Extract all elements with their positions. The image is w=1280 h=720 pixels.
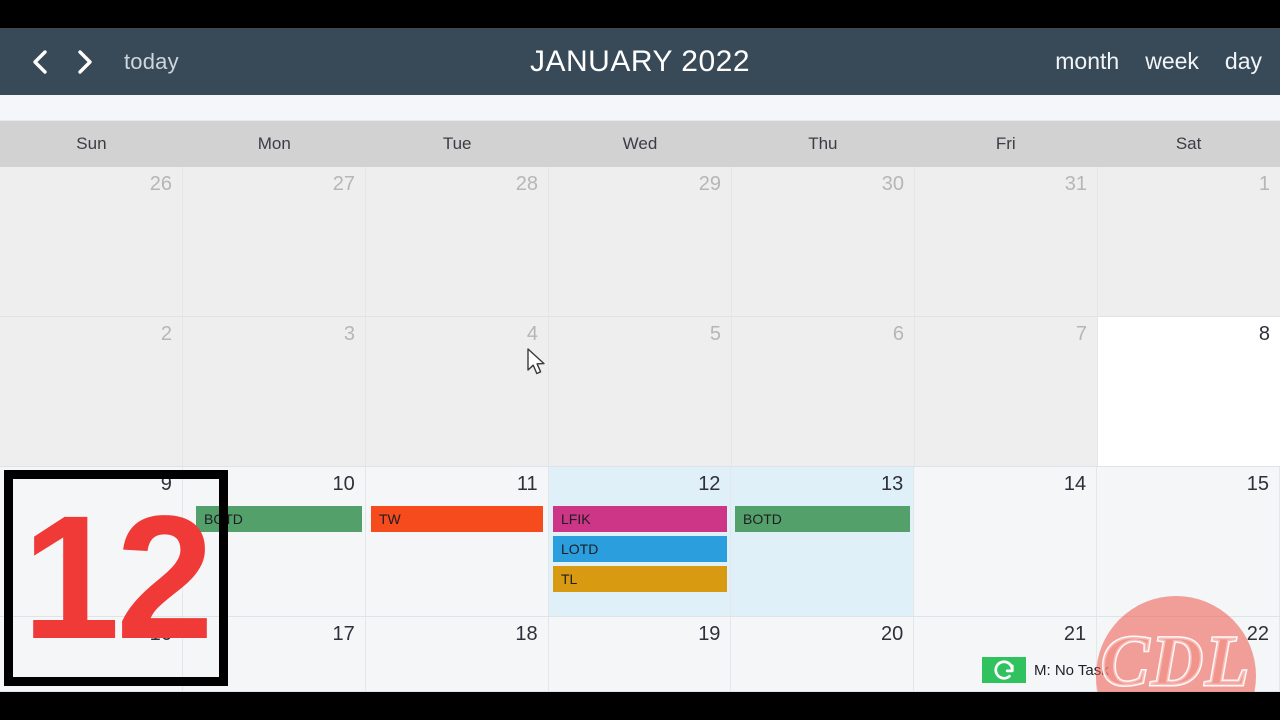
day-number: 5	[709, 323, 721, 345]
task-item-no-task[interactable]: M: No Task	[982, 657, 1109, 683]
dow-tue: Tue	[442, 134, 472, 153]
day-number: 18	[515, 623, 538, 645]
day-cell-jan-13[interactable]: 13	[731, 467, 915, 616]
next-month-button[interactable]	[62, 40, 106, 84]
day-number: 11	[516, 473, 538, 495]
day-cell-dec-29[interactable]: 29	[549, 167, 732, 316]
day-number: 21	[1063, 623, 1087, 645]
dow-sun: Sun	[76, 134, 107, 153]
chevron-left-icon	[33, 49, 47, 74]
day-number: 20	[881, 623, 904, 645]
week-row: 2 3 4 5 6 7 8	[0, 317, 1280, 467]
day-number: 19	[698, 623, 721, 645]
day-cell-jan-11[interactable]: 11	[365, 467, 549, 616]
view-button-week[interactable]: week	[1145, 48, 1199, 75]
today-button[interactable]: today	[124, 49, 179, 75]
event-botd-thu[interactable]: BOTD	[735, 506, 910, 532]
day-cell-jan-2[interactable]: 2	[0, 317, 183, 466]
view-button-day[interactable]: day	[1225, 48, 1262, 75]
day-number: 14	[1063, 473, 1087, 495]
dow-wed: Wed	[622, 134, 658, 153]
task-label: M: No Task	[1034, 661, 1109, 679]
day-cell-jan-14[interactable]: 14	[914, 467, 1098, 616]
letterbox-top	[0, 0, 1280, 28]
day-cell-dec-28[interactable]: 28	[366, 167, 549, 316]
day-number: 27	[332, 173, 355, 195]
day-cell-jan-18[interactable]: 18	[365, 617, 549, 691]
dow-thu: Thu	[808, 134, 838, 153]
view-button-month[interactable]: month	[1055, 48, 1119, 75]
letterbox-bottom	[0, 692, 1280, 720]
calendar-toolbar: today JANUARY 2022 month week day	[0, 28, 1280, 95]
day-number: 29	[698, 173, 721, 195]
day-cell-jan-3[interactable]: 3	[183, 317, 366, 466]
day-number: 26	[149, 173, 172, 195]
toolbar-divider-strip	[0, 95, 1280, 121]
day-cell-jan-7[interactable]: 7	[915, 317, 1098, 466]
day-cell-jan-1[interactable]: 1	[1098, 167, 1280, 316]
day-cell-dec-30[interactable]: 30	[732, 167, 915, 316]
day-number: 8	[1258, 323, 1270, 345]
day-number: 31	[1064, 173, 1087, 195]
event-lotd-wed[interactable]: LOTD	[553, 536, 727, 562]
day-number: 3	[343, 323, 355, 345]
day-of-week-header: Sun Mon Tue Wed Thu Fri Sat	[0, 121, 1280, 167]
prev-month-button[interactable]	[18, 40, 62, 84]
day-number: 4	[526, 323, 538, 345]
day-number: 28	[515, 173, 538, 195]
day-number: 2	[160, 323, 172, 345]
day-number: 13	[881, 473, 904, 495]
dow-sat: Sat	[1175, 134, 1202, 153]
day-cell-dec-26[interactable]: 26	[0, 167, 183, 316]
day-number: 6	[892, 323, 904, 345]
day-number: 12	[698, 473, 721, 495]
event-tl-wed[interactable]: TL	[553, 566, 727, 592]
week-row: 26 27 28 29 30 31 1	[0, 167, 1280, 317]
day-cell-dec-27[interactable]: 27	[183, 167, 366, 316]
day-cell-jan-20[interactable]: 20	[731, 617, 915, 691]
day-number: 30	[881, 173, 904, 195]
screen-root: today JANUARY 2022 month week day Sun Mo…	[0, 0, 1280, 720]
zoom-annotation-box: 12	[4, 470, 228, 686]
day-cell-jan-8[interactable]: 8	[1098, 317, 1280, 466]
day-number: 10	[332, 473, 355, 495]
dow-mon: Mon	[257, 134, 291, 153]
day-cell-dec-31[interactable]: 31	[915, 167, 1098, 316]
zoom-annotation-number: 12	[22, 480, 214, 676]
day-number: 17	[332, 623, 355, 645]
event-lfik-wed[interactable]: LFIK	[553, 506, 727, 532]
day-cell-jan-22[interactable]: 22	[1097, 617, 1280, 691]
view-switcher: month week day	[1055, 48, 1262, 75]
day-number: 7	[1075, 323, 1087, 345]
day-cell-jan-5[interactable]: 5	[549, 317, 732, 466]
grammarly-g-icon	[982, 657, 1026, 683]
day-cell-jan-19[interactable]: 19	[548, 617, 732, 691]
day-cell-jan-6[interactable]: 6	[732, 317, 915, 466]
dow-fri: Fri	[995, 134, 1016, 153]
chevron-right-icon	[78, 49, 92, 74]
day-number: 15	[1246, 473, 1270, 495]
day-cell-jan-15[interactable]: 15	[1097, 467, 1280, 616]
event-tw-tue[interactable]: TW	[371, 506, 543, 532]
day-number: 1	[1258, 173, 1270, 195]
day-cell-jan-4[interactable]: 4	[366, 317, 549, 466]
day-number: 22	[1246, 623, 1270, 645]
